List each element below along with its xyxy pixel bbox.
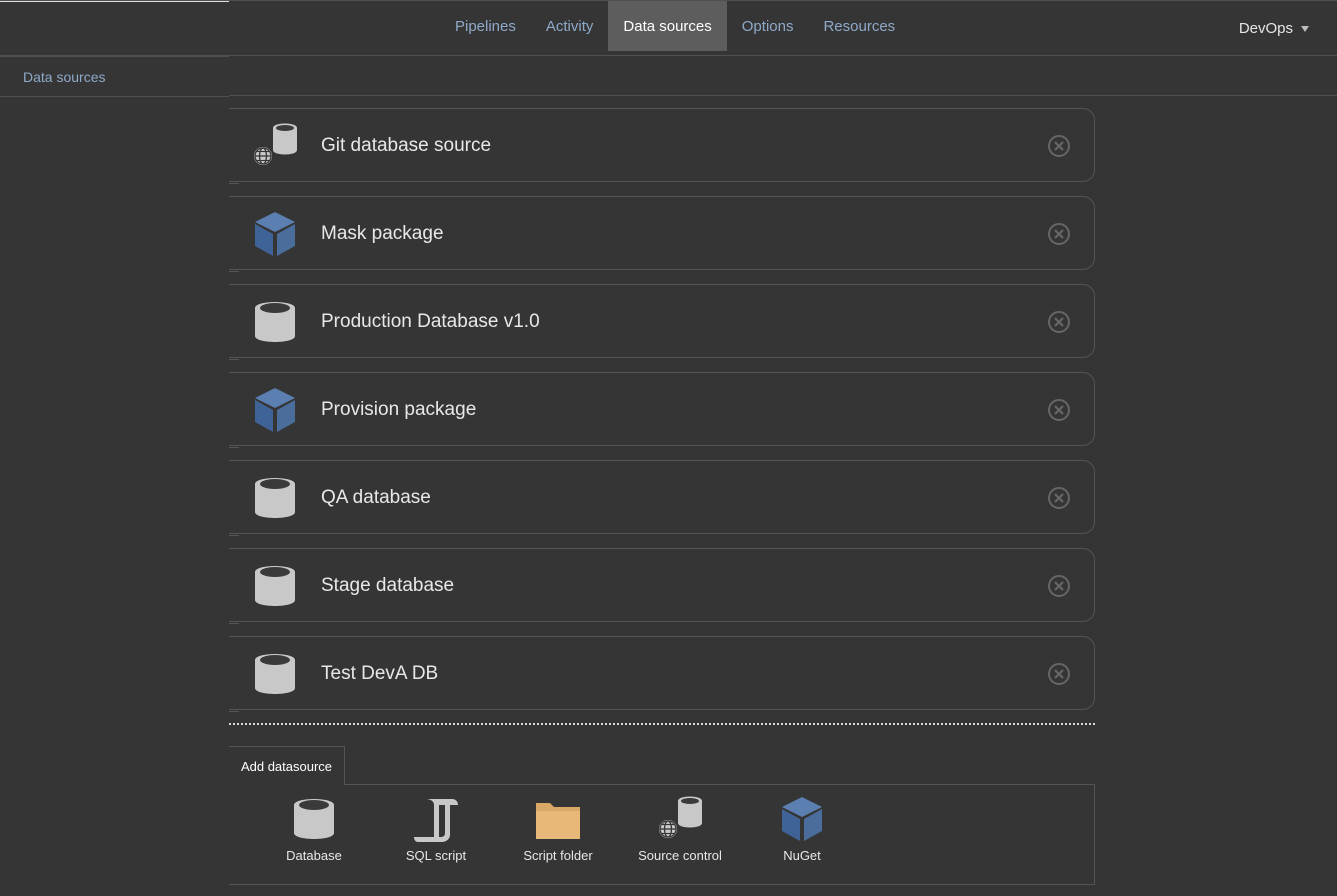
nuget-package-icon [778, 795, 826, 843]
add-option-label: Source control [638, 848, 722, 863]
datasource-card[interactable]: Mask package [229, 196, 1095, 272]
nav-item-data-sources[interactable]: Data sources [608, 1, 727, 51]
nav-item-resources[interactable]: Resources [808, 1, 910, 51]
add-option-sql-script[interactable]: SQL script [375, 785, 497, 885]
datasource-name: Git database source [321, 135, 492, 156]
nuget-package-icon [251, 210, 299, 258]
remove-icon[interactable] [1047, 398, 1071, 422]
database-icon [251, 298, 299, 346]
datasource-list: Git database source Mask package Product… [229, 108, 1095, 724]
section-divider [229, 723, 1095, 725]
database-icon [251, 650, 299, 698]
top-navigation-bar: Pipelines Activity Data sources Options … [0, 0, 1337, 56]
add-option-label: Script folder [523, 848, 593, 863]
datasource-card[interactable]: Production Database v1.0 [229, 284, 1095, 360]
remove-icon[interactable] [1047, 222, 1071, 246]
nuget-package-icon [251, 386, 299, 434]
datasource-card[interactable]: QA database [229, 460, 1095, 536]
nav-item-pipelines[interactable]: Pipelines [440, 1, 531, 51]
source-control-icon [656, 795, 704, 843]
remove-icon[interactable] [1047, 662, 1071, 686]
add-option-nuget[interactable]: NuGet [741, 785, 863, 885]
database-icon [251, 562, 299, 610]
remove-icon[interactable] [1047, 486, 1071, 510]
topbar-accent-line [0, 1, 229, 2]
datasource-name: Provision package [321, 399, 477, 420]
add-option-label: SQL script [405, 848, 467, 863]
user-menu-dropdown[interactable]: DevOps [1239, 1, 1309, 55]
database-icon [251, 474, 299, 522]
datasource-name: Test DevA DB [321, 663, 439, 684]
datasource-card[interactable]: Git database source [229, 108, 1095, 184]
folder-icon [534, 795, 582, 843]
sidebar-item-data-sources[interactable]: Data sources [0, 56, 229, 97]
remove-icon[interactable] [1047, 574, 1071, 598]
datasource-name: QA database [321, 487, 431, 508]
source-control-icon [251, 122, 299, 170]
nav-item-options[interactable]: Options [727, 1, 809, 51]
caret-down-icon [1301, 26, 1309, 32]
user-menu-label: DevOps [1238, 19, 1293, 37]
datasource-name: Mask package [321, 223, 444, 244]
datasource-card[interactable]: Stage database [229, 548, 1095, 624]
add-datasource-panel: Database SQL script Script folder Source… [229, 784, 1095, 885]
add-option-script-folder[interactable]: Script folder [497, 785, 619, 885]
datasource-card[interactable]: Provision package [229, 372, 1095, 448]
add-datasource-tab[interactable]: Add datasource [229, 746, 345, 785]
add-option-database[interactable]: Database [253, 785, 375, 885]
add-option-label: Database [286, 848, 342, 863]
sidebar-item-label: Data sources [23, 68, 106, 85]
remove-icon[interactable] [1047, 134, 1071, 158]
add-option-source-control[interactable]: Source control [619, 785, 741, 885]
datasource-name: Stage database [321, 575, 455, 596]
add-datasource-label: Add datasource [240, 758, 333, 774]
nav-item-activity[interactable]: Activity [531, 1, 609, 51]
database-icon [290, 795, 338, 843]
datasource-name: Production Database v1.0 [321, 311, 540, 332]
remove-icon[interactable] [1047, 310, 1071, 334]
script-icon [412, 795, 460, 843]
datasource-card[interactable]: Test DevA DB [229, 636, 1095, 712]
main-nav: Pipelines Activity Data sources Options … [440, 1, 910, 51]
add-option-label: NuGet [783, 848, 821, 863]
